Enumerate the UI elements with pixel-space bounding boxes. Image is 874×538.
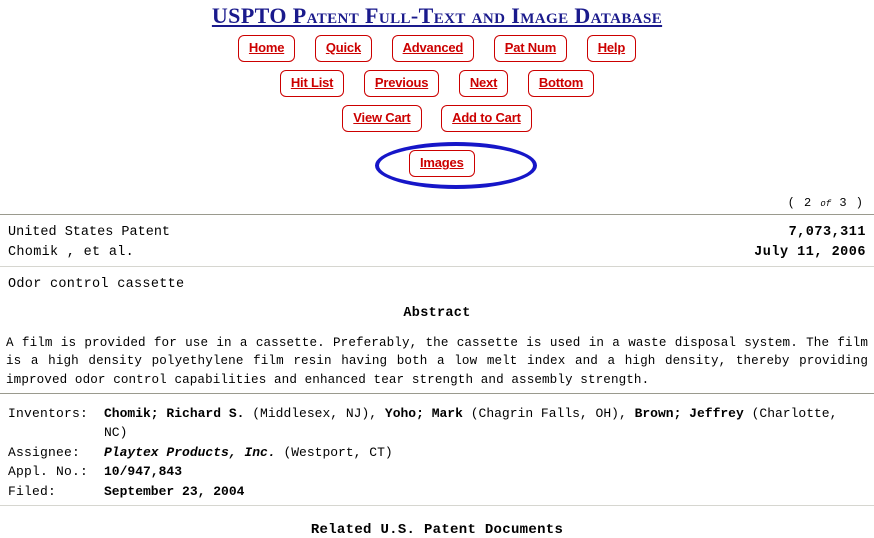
result-count-current: 2 <box>803 196 813 210</box>
divider-above-related <box>0 505 874 507</box>
nav-pat-num-button[interactable]: Pat Num <box>493 35 568 62</box>
related-documents-heading: Related U.S. Patent Documents <box>310 522 564 538</box>
site-title-bar: USPTO Patent Full-Text and Image Databas… <box>0 0 874 28</box>
nav-home-label: Home <box>248 40 285 55</box>
abstract-heading: Abstract <box>403 306 471 322</box>
result-count: ( 2 of 3 ) <box>0 196 874 210</box>
result-count-total: 3 <box>839 196 848 210</box>
biblio-row-filed: Filed: September 23, 2004 <box>8 482 866 502</box>
biblio-row-assignee: Assignee: Playtex Products, Inc. (Westpo… <box>8 443 866 463</box>
nav-row-primary: Home Quick Advanced Pat Num Help <box>0 35 874 62</box>
patent-issue-date: July 11, 2006 <box>754 244 866 260</box>
inventors-label: Inventors: <box>8 405 89 421</box>
patent-authority: United States Patent <box>8 225 171 240</box>
assignee-value: Playtex Products, Inc. (Westport, CT) <box>104 443 866 463</box>
nav-quick-label: Quick <box>325 40 361 55</box>
nav-pat-num-label: Pat Num <box>504 40 557 55</box>
page-title[interactable]: USPTO Patent Full-Text and Image Databas… <box>212 4 662 27</box>
invention-title: Odor control cassette <box>8 277 185 293</box>
images-button-region: Images <box>0 138 874 194</box>
assignee-name: Playtex Products, Inc. <box>104 444 276 460</box>
images-button[interactable]: Images <box>409 150 475 177</box>
nav-bottom-button[interactable]: Bottom <box>527 70 595 97</box>
nav-advanced-button[interactable]: Advanced <box>391 35 475 62</box>
biblio-row-appl-no: Appl. No.: 10/947,843 <box>8 462 866 482</box>
filed-label: Filed: <box>8 483 57 499</box>
nav-add-to-cart-button[interactable]: Add to Cart <box>441 105 532 132</box>
nav-home-button[interactable]: Home <box>237 35 296 62</box>
biblio-row-inventors: Inventors: Chomik; Richard S. (Middlesex… <box>8 404 866 443</box>
assignee-location: (Westport, CT) <box>283 444 393 460</box>
patent-header-left: United States Patent Chomik , et al. <box>8 223 170 262</box>
inventor-location-2: (Chagrin Falls, OH), <box>470 405 627 421</box>
nav-next-label: Next <box>469 75 498 90</box>
result-count-separator: of <box>820 199 832 209</box>
patent-header-right: 7,073,311 July 11, 2006 <box>754 223 866 262</box>
nav-help-button[interactable]: Help <box>586 35 637 62</box>
inventor-name-1: Chomik; Richard S. <box>104 405 245 421</box>
patent-inventor-short: Chomik , et al. <box>8 244 135 260</box>
inventor-name-2: Yoho; Mark <box>384 405 463 421</box>
patent-header: United States Patent Chomik , et al. 7,0… <box>0 215 874 262</box>
result-count-open-paren: ( <box>787 196 796 210</box>
nav-row-navigation: Hit List Previous Next Bottom <box>0 70 874 97</box>
nav-view-cart-button[interactable]: View Cart <box>342 105 422 132</box>
nav-hit-list-label: Hit List <box>290 75 334 90</box>
nav-add-to-cart-label: Add to Cart <box>452 110 521 125</box>
nav-previous-label: Previous <box>374 75 429 90</box>
assignee-label: Assignee: <box>8 444 81 460</box>
inventors-value: Chomik; Richard S. (Middlesex, NJ), Yoho… <box>104 404 866 443</box>
nav-view-cart-label: View Cart <box>353 110 411 125</box>
nav-help-label: Help <box>597 40 626 55</box>
appl-no-label: Appl. No.: <box>8 464 89 480</box>
filed-value: September 23, 2004 <box>104 483 245 499</box>
appl-no-value: 10/947,843 <box>104 464 183 480</box>
inventor-name-3: Brown; Jeffrey <box>634 405 744 421</box>
result-count-close-paren: ) <box>855 196 864 210</box>
abstract-text: A film is provided for use in a cassette… <box>6 336 868 387</box>
bibliographic-data: Inventors: Chomik; Richard S. (Middlesex… <box>0 404 874 502</box>
inventor-location-1: (Middlesex, NJ), <box>252 405 378 421</box>
nav-quick-button[interactable]: Quick <box>314 35 372 62</box>
images-button-label: Images <box>420 155 464 170</box>
nav-bottom-label: Bottom <box>538 75 584 90</box>
nav-next-button[interactable]: Next <box>458 70 509 97</box>
nav-row-cart: View Cart Add to Cart <box>0 105 874 132</box>
nav-previous-button[interactable]: Previous <box>363 70 440 97</box>
images-button-holder: Images <box>404 150 480 177</box>
divider-above-biblio <box>0 392 874 394</box>
patent-number: 7,073,311 <box>788 225 866 240</box>
nav-hit-list-button[interactable]: Hit List <box>279 70 345 97</box>
nav-advanced-label: Advanced <box>402 40 464 55</box>
